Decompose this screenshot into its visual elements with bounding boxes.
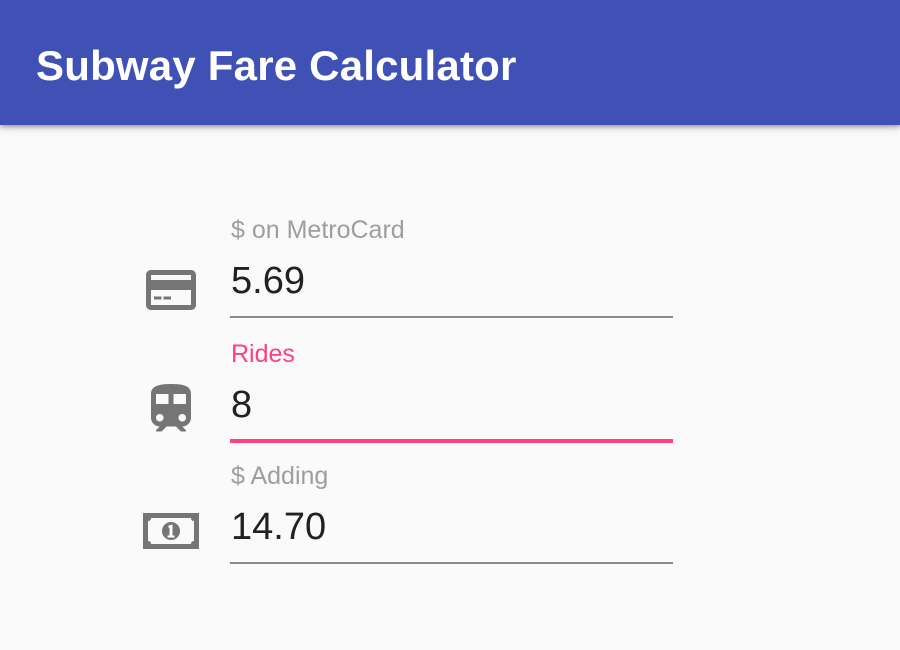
adding-amount-underline bbox=[230, 562, 673, 564]
subway-train-icon bbox=[141, 379, 201, 439]
metrocard-balance-underline bbox=[230, 316, 673, 318]
rides-field: Rides bbox=[0, 339, 900, 463]
metrocard-balance-input[interactable] bbox=[229, 255, 676, 307]
rides-label: Rides bbox=[231, 340, 295, 368]
credit-card-icon bbox=[141, 260, 201, 320]
metrocard-balance-label: $ on MetroCard bbox=[231, 216, 405, 244]
app-title: Subway Fare Calculator bbox=[36, 42, 517, 89]
app-bar: Subway Fare Calculator bbox=[0, 0, 900, 125]
adding-amount-input[interactable] bbox=[229, 501, 676, 553]
metrocard-balance-field: $ on MetroCard bbox=[0, 215, 900, 339]
adding-amount-label: $ Adding bbox=[231, 462, 329, 490]
rides-input[interactable] bbox=[229, 379, 676, 431]
adding-amount-field: $ Adding bbox=[0, 461, 900, 585]
rides-underline bbox=[230, 439, 673, 443]
main-content: $ on MetroCard Rides $ Adding bbox=[0, 125, 900, 650]
money-bill-icon bbox=[141, 501, 201, 561]
